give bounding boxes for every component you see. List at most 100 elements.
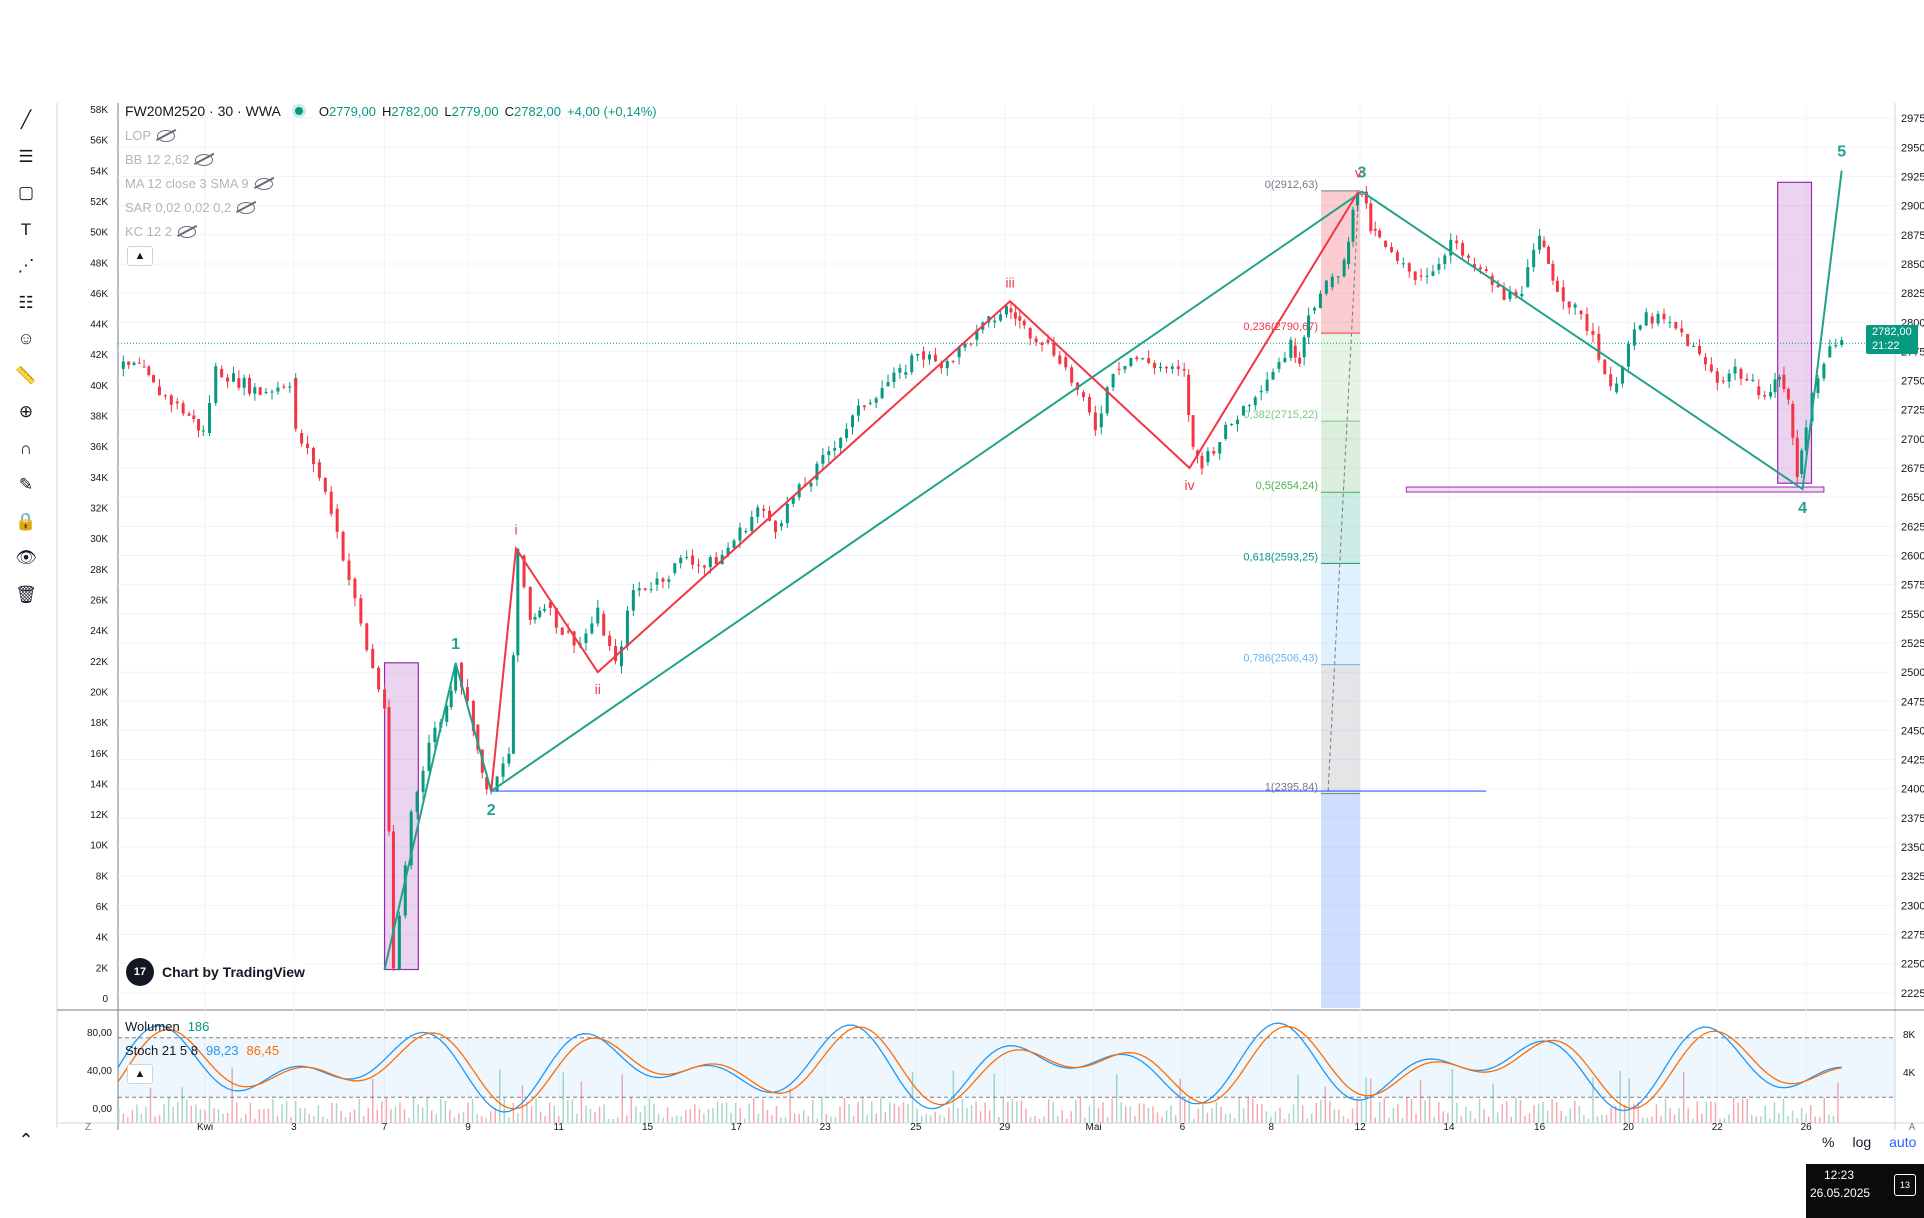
indicator-row[interactable]: BB 12 2,62 [125,152,214,167]
candle [538,610,542,617]
candle [282,386,286,388]
taskbar-clock[interactable]: 12:23 26.05.2025 13 [1806,1164,1924,1218]
last-price-tag: 2782,00 21:22 [1866,325,1918,354]
candle [1052,342,1056,356]
volume-tick-label: 44K [90,320,108,331]
candle [1777,377,1781,380]
volume-bar [712,1108,714,1123]
candle [1022,320,1026,326]
ohlc-change: +4,00 (+0,14%) [567,103,657,119]
tradingview-badge[interactable]: 17 Chart by TradingView [126,957,305,987]
candle [762,508,766,511]
candle [756,507,760,517]
volume-bar [548,1102,551,1123]
candle [933,354,937,362]
symbol-title[interactable]: FW20M2520 · 30 · WWA [125,103,281,119]
volume-bar [793,1113,796,1123]
collapse-pane-button[interactable]: ▲ [127,1064,153,1084]
candle [533,616,537,620]
candle [637,588,641,591]
candle [1591,330,1595,335]
volume-bar [1714,1102,1717,1123]
volume-bar [748,1103,751,1123]
volume-bar [1551,1099,1553,1123]
volume-bar [603,1104,605,1123]
volume-tick-label: 26K [90,595,108,606]
stoch-k-value: 98,23 [206,1043,239,1058]
price-tick-label: 2825,00 [1901,288,1924,300]
volume-bar [535,1097,537,1123]
volume-bar [1233,1118,1236,1123]
volume-bar [1583,1115,1585,1123]
time-tick-label: 9 [465,1122,471,1130]
volume-bar [1701,1113,1703,1123]
volume-bar [1542,1101,1544,1123]
volume-bar [508,1117,510,1123]
scale-controls: % log auto [1822,1134,1916,1150]
indicator-row[interactable]: KC 12 2 [125,224,196,239]
volume-bar [186,1099,188,1123]
volume-bar [1401,1117,1404,1123]
candle [181,403,185,414]
volume-tick-label: 46K [90,289,108,300]
candle [1117,368,1121,370]
hidden-eye-icon[interactable] [177,225,196,238]
tradingview-badge-text: Chart by TradingView [162,964,305,980]
volume-bar [721,1102,723,1123]
candle [1070,367,1074,383]
hidden-eye-icon[interactable] [157,129,176,142]
candle [1769,392,1773,397]
candle [147,366,151,376]
candle [1313,307,1317,311]
volume-bar [1011,1098,1014,1123]
candle [1455,240,1459,244]
volume-bar [1242,1108,1245,1123]
volume-bar [118,1108,120,1123]
volume-bar [317,1105,320,1123]
candle [963,343,967,348]
candle [667,579,671,582]
time-tick-label: 23 [820,1122,832,1130]
price-tick-label: 2650,00 [1901,492,1924,504]
fib-level-label: 0,236(2790,67) [1243,321,1318,333]
candle [1111,374,1115,388]
notification-icon[interactable]: 13 [1894,1174,1916,1196]
stoch-d-value: 86,45 [246,1043,280,1058]
volume-bar [1206,1112,1209,1123]
hidden-eye-icon[interactable] [254,177,273,190]
volume-bar [1138,1103,1141,1123]
candle [323,477,327,492]
volume-bar [843,1098,846,1123]
volume-bar [140,1113,143,1123]
candle [685,556,689,558]
candle [779,523,783,527]
hidden-eye-icon[interactable] [237,201,256,214]
volume-tick-label: 10K [90,841,108,852]
collapse-legend-button[interactable]: ▲ [127,246,153,266]
percent-toggle[interactable]: % [1822,1134,1834,1150]
candle [214,366,218,403]
volume-tick-label: 0 [102,994,108,1005]
log-toggle[interactable]: log [1852,1134,1871,1150]
indicator-row[interactable]: LOP [125,128,176,143]
volume-bar [1111,1098,1113,1123]
indicator-row[interactable]: SAR 0,02 0,02 0,2 [125,200,256,215]
indicator-row[interactable]: MA 12 close 3 SMA 9 [125,176,273,191]
candle [1200,455,1204,469]
auto-toggle[interactable]: auto [1889,1134,1916,1150]
volume-bar [553,1105,555,1123]
volume-bar [948,1107,950,1123]
volume-bar [340,1111,342,1123]
volume-bar [272,1099,274,1123]
chevron-up-icon[interactable]: ⌃ [12,1126,40,1154]
volume-bar [245,1114,247,1123]
volume-bar [471,1099,474,1123]
candle [1259,390,1263,393]
volume-bar [1823,1097,1826,1123]
volume-bar [1750,1114,1753,1123]
candle [247,377,251,394]
candle [1058,355,1062,364]
volume-bar [716,1101,719,1123]
volume-bar [1283,1118,1286,1123]
hidden-eye-icon[interactable] [195,153,214,166]
